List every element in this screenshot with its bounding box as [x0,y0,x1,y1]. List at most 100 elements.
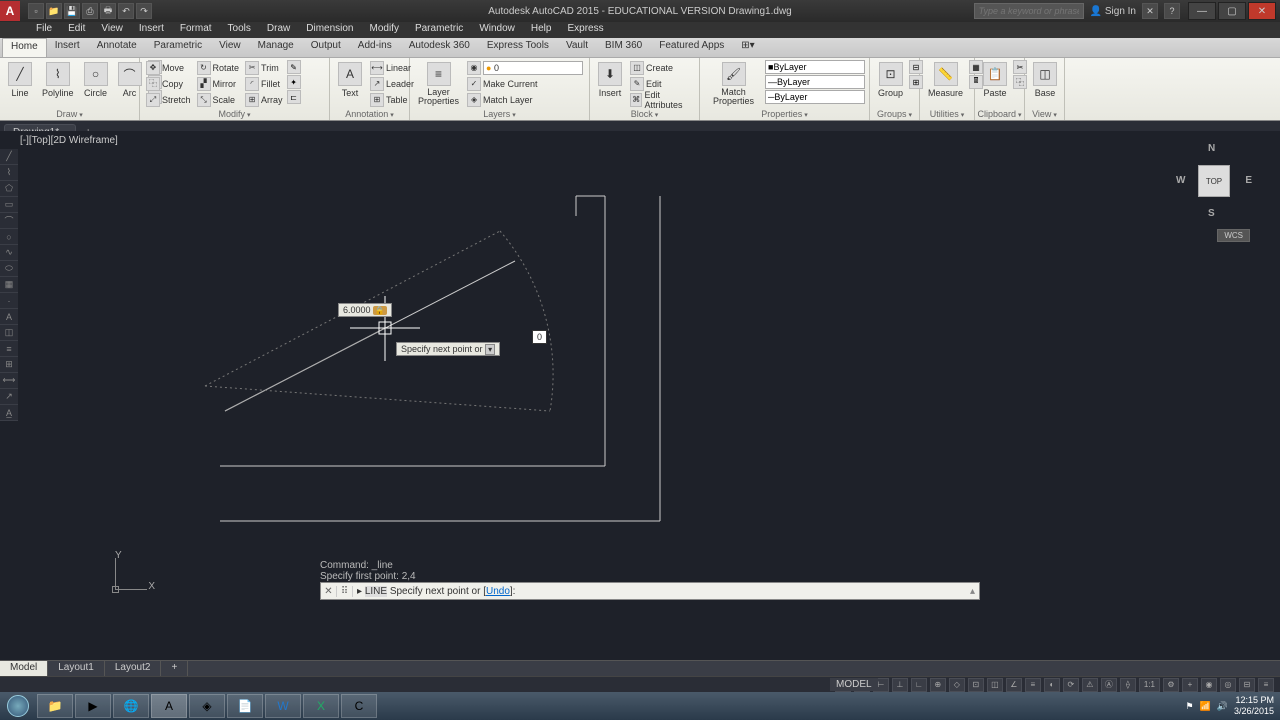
menu-modify[interactable]: Modify [362,22,407,38]
layout-tab-layout2[interactable]: Layout2 [105,661,162,676]
qat-plot-icon[interactable]: 🖶 [100,3,116,19]
status-model-badge[interactable]: MODEL [830,678,878,691]
help-search-input[interactable] [974,3,1084,19]
viewcube-top-face[interactable]: TOP [1198,165,1230,197]
tab-featuredapps[interactable]: Featured Apps [651,38,733,57]
offset-icon[interactable]: ⊏ [287,90,301,104]
group-properties-label[interactable]: Properties [700,109,869,119]
group-utilities-label[interactable]: Utilities [920,109,974,119]
trim-button[interactable]: ✂Trim [243,60,285,75]
status-transparency-icon[interactable]: ◐ [1044,678,1060,692]
status-scale-button[interactable]: 1:1 [1139,678,1160,692]
taskbar-chrome-icon[interactable]: 🌐 [113,694,149,718]
group-block-label[interactable]: Block [590,109,699,119]
view-cube[interactable]: N S E W TOP [1174,141,1254,221]
command-handle-icon[interactable]: ⠿ [337,586,353,597]
menu-view[interactable]: View [93,22,131,38]
mirror-button[interactable]: ▞Mirror [195,76,242,91]
status-customize-icon[interactable]: ≡ [1258,678,1274,692]
tray-volume-icon[interactable]: 🔊 [1217,701,1228,712]
command-undo-link[interactable]: Undo [486,586,510,597]
tab-parametric[interactable]: Parametric [146,38,211,57]
viewcube-east[interactable]: E [1245,175,1252,186]
viewcube-south[interactable]: S [1208,208,1215,219]
app-icon[interactable]: A [0,1,20,21]
menu-tools[interactable]: Tools [220,22,259,38]
status-3dosnap-icon[interactable]: ◫ [987,678,1003,692]
array-button[interactable]: ⊞Array [243,92,285,107]
create-block-button[interactable]: ◫Create [628,60,695,75]
status-scale1-icon[interactable]: ⟠ [1120,678,1136,692]
viewcube-west[interactable]: W [1176,175,1185,186]
menu-help[interactable]: Help [523,22,560,38]
wcs-button[interactable]: WCS [1217,229,1250,242]
tab-output[interactable]: Output [303,38,350,57]
fillet-button[interactable]: ◜Fillet [243,76,285,91]
tab-annotate[interactable]: Annotate [89,38,146,57]
drawing-area[interactable]: [-][Top][2D Wireframe] ╱ ⌇ ⬠ ▭ ⌒ ○ ∿ ⬭ ▦… [0,131,1280,660]
make-current-button[interactable]: ✓Make Current [465,76,585,91]
layout-tab-layout1[interactable]: Layout1 [48,661,105,676]
tray-network-icon[interactable]: 📶 [1200,701,1211,712]
qat-saveas-icon[interactable]: ⎙ [82,3,98,19]
move-button[interactable]: ✥Move [144,60,193,75]
menu-format[interactable]: Format [172,22,220,38]
status-lineweight-icon[interactable]: ≡ [1025,678,1041,692]
exchange-icon[interactable]: ✕ [1142,3,1158,19]
minimize-button[interactable]: — [1188,2,1216,20]
qat-open-icon[interactable]: 📁 [46,3,62,19]
menu-dimension[interactable]: Dimension [298,22,361,38]
start-button[interactable] [0,692,36,720]
status-ortho-icon[interactable]: ∟ [911,678,927,692]
color-dropdown[interactable]: ■ ByLayer [765,60,865,74]
qat-new-icon[interactable]: ▫ [28,3,44,19]
status-osnap-icon[interactable]: ⊡ [968,678,984,692]
maximize-button[interactable]: ▢ [1218,2,1246,20]
group-modify-label[interactable]: Modify [140,109,329,119]
layer-state-icon[interactable]: ◉ [467,61,481,75]
layout-tab-add[interactable]: + [161,661,188,676]
menu-express[interactable]: Express [559,22,611,38]
status-cycle-icon[interactable]: ⟳ [1063,678,1079,692]
tab-addins[interactable]: Add-ins [350,38,401,57]
leader-button[interactable]: ↗Leader [368,76,416,91]
layer-dropdown[interactable]: ● 0 [483,61,583,75]
chevron-down-icon[interactable]: ▾ [485,344,495,355]
rotate-button[interactable]: ↻Rotate [195,60,242,75]
taskbar-app2-icon[interactable]: ◈ [189,694,225,718]
command-history-toggle-icon[interactable]: ▴ [966,586,979,597]
edit-attr-button[interactable]: ⌘Edit Attributes [628,92,695,107]
taskbar-explorer-icon[interactable]: 📁 [37,694,73,718]
menu-draw[interactable]: Draw [259,22,298,38]
group-clipboard-label[interactable]: Clipboard [975,109,1024,119]
status-polar-icon[interactable]: ⊕ [930,678,946,692]
tab-manage[interactable]: Manage [250,38,303,57]
linetype-dropdown[interactable]: ─ ByLayer [765,90,865,104]
tab-bim360[interactable]: BIM 360 [597,38,651,57]
qat-save-icon[interactable]: 💾 [64,3,80,19]
status-annoscale-icon[interactable]: Ⓐ [1101,678,1117,692]
taskbar-autocad-icon[interactable]: A [151,694,187,718]
qat-undo-icon[interactable]: ↶ [118,3,134,19]
taskbar-media-icon[interactable]: ▶ [75,694,111,718]
status-workspace-icon[interactable]: ⚙ [1163,678,1179,692]
tab-extra-icon[interactable]: ⊞▾ [733,38,763,57]
menu-insert[interactable]: Insert [131,22,172,38]
layout-tab-model[interactable]: Model [0,661,48,676]
status-dyn-icon[interactable]: ⊥ [892,678,908,692]
status-plus-icon[interactable]: + [1182,678,1198,692]
group-draw-label[interactable]: Draw [0,109,139,119]
help-icon[interactable]: ? [1164,3,1180,19]
taskbar-app3-icon[interactable]: C [341,694,377,718]
linear-button[interactable]: ⟷Linear [368,60,416,75]
stretch-button[interactable]: ⤢Stretch [144,92,193,107]
tab-vault[interactable]: Vault [558,38,597,57]
match-layer-button[interactable]: ◈Match Layer [465,92,585,107]
explode-icon[interactable]: ✦ [287,75,301,89]
command-line[interactable]: ✕ ⠿ ▸ LINE Specify next point or [Undo]:… [320,582,980,600]
group-view-label[interactable]: View [1025,109,1064,119]
table-button[interactable]: ⊞Table [368,92,416,107]
tab-home[interactable]: Home [2,38,47,57]
menu-window[interactable]: Window [471,22,523,38]
qat-redo-icon[interactable]: ↷ [136,3,152,19]
